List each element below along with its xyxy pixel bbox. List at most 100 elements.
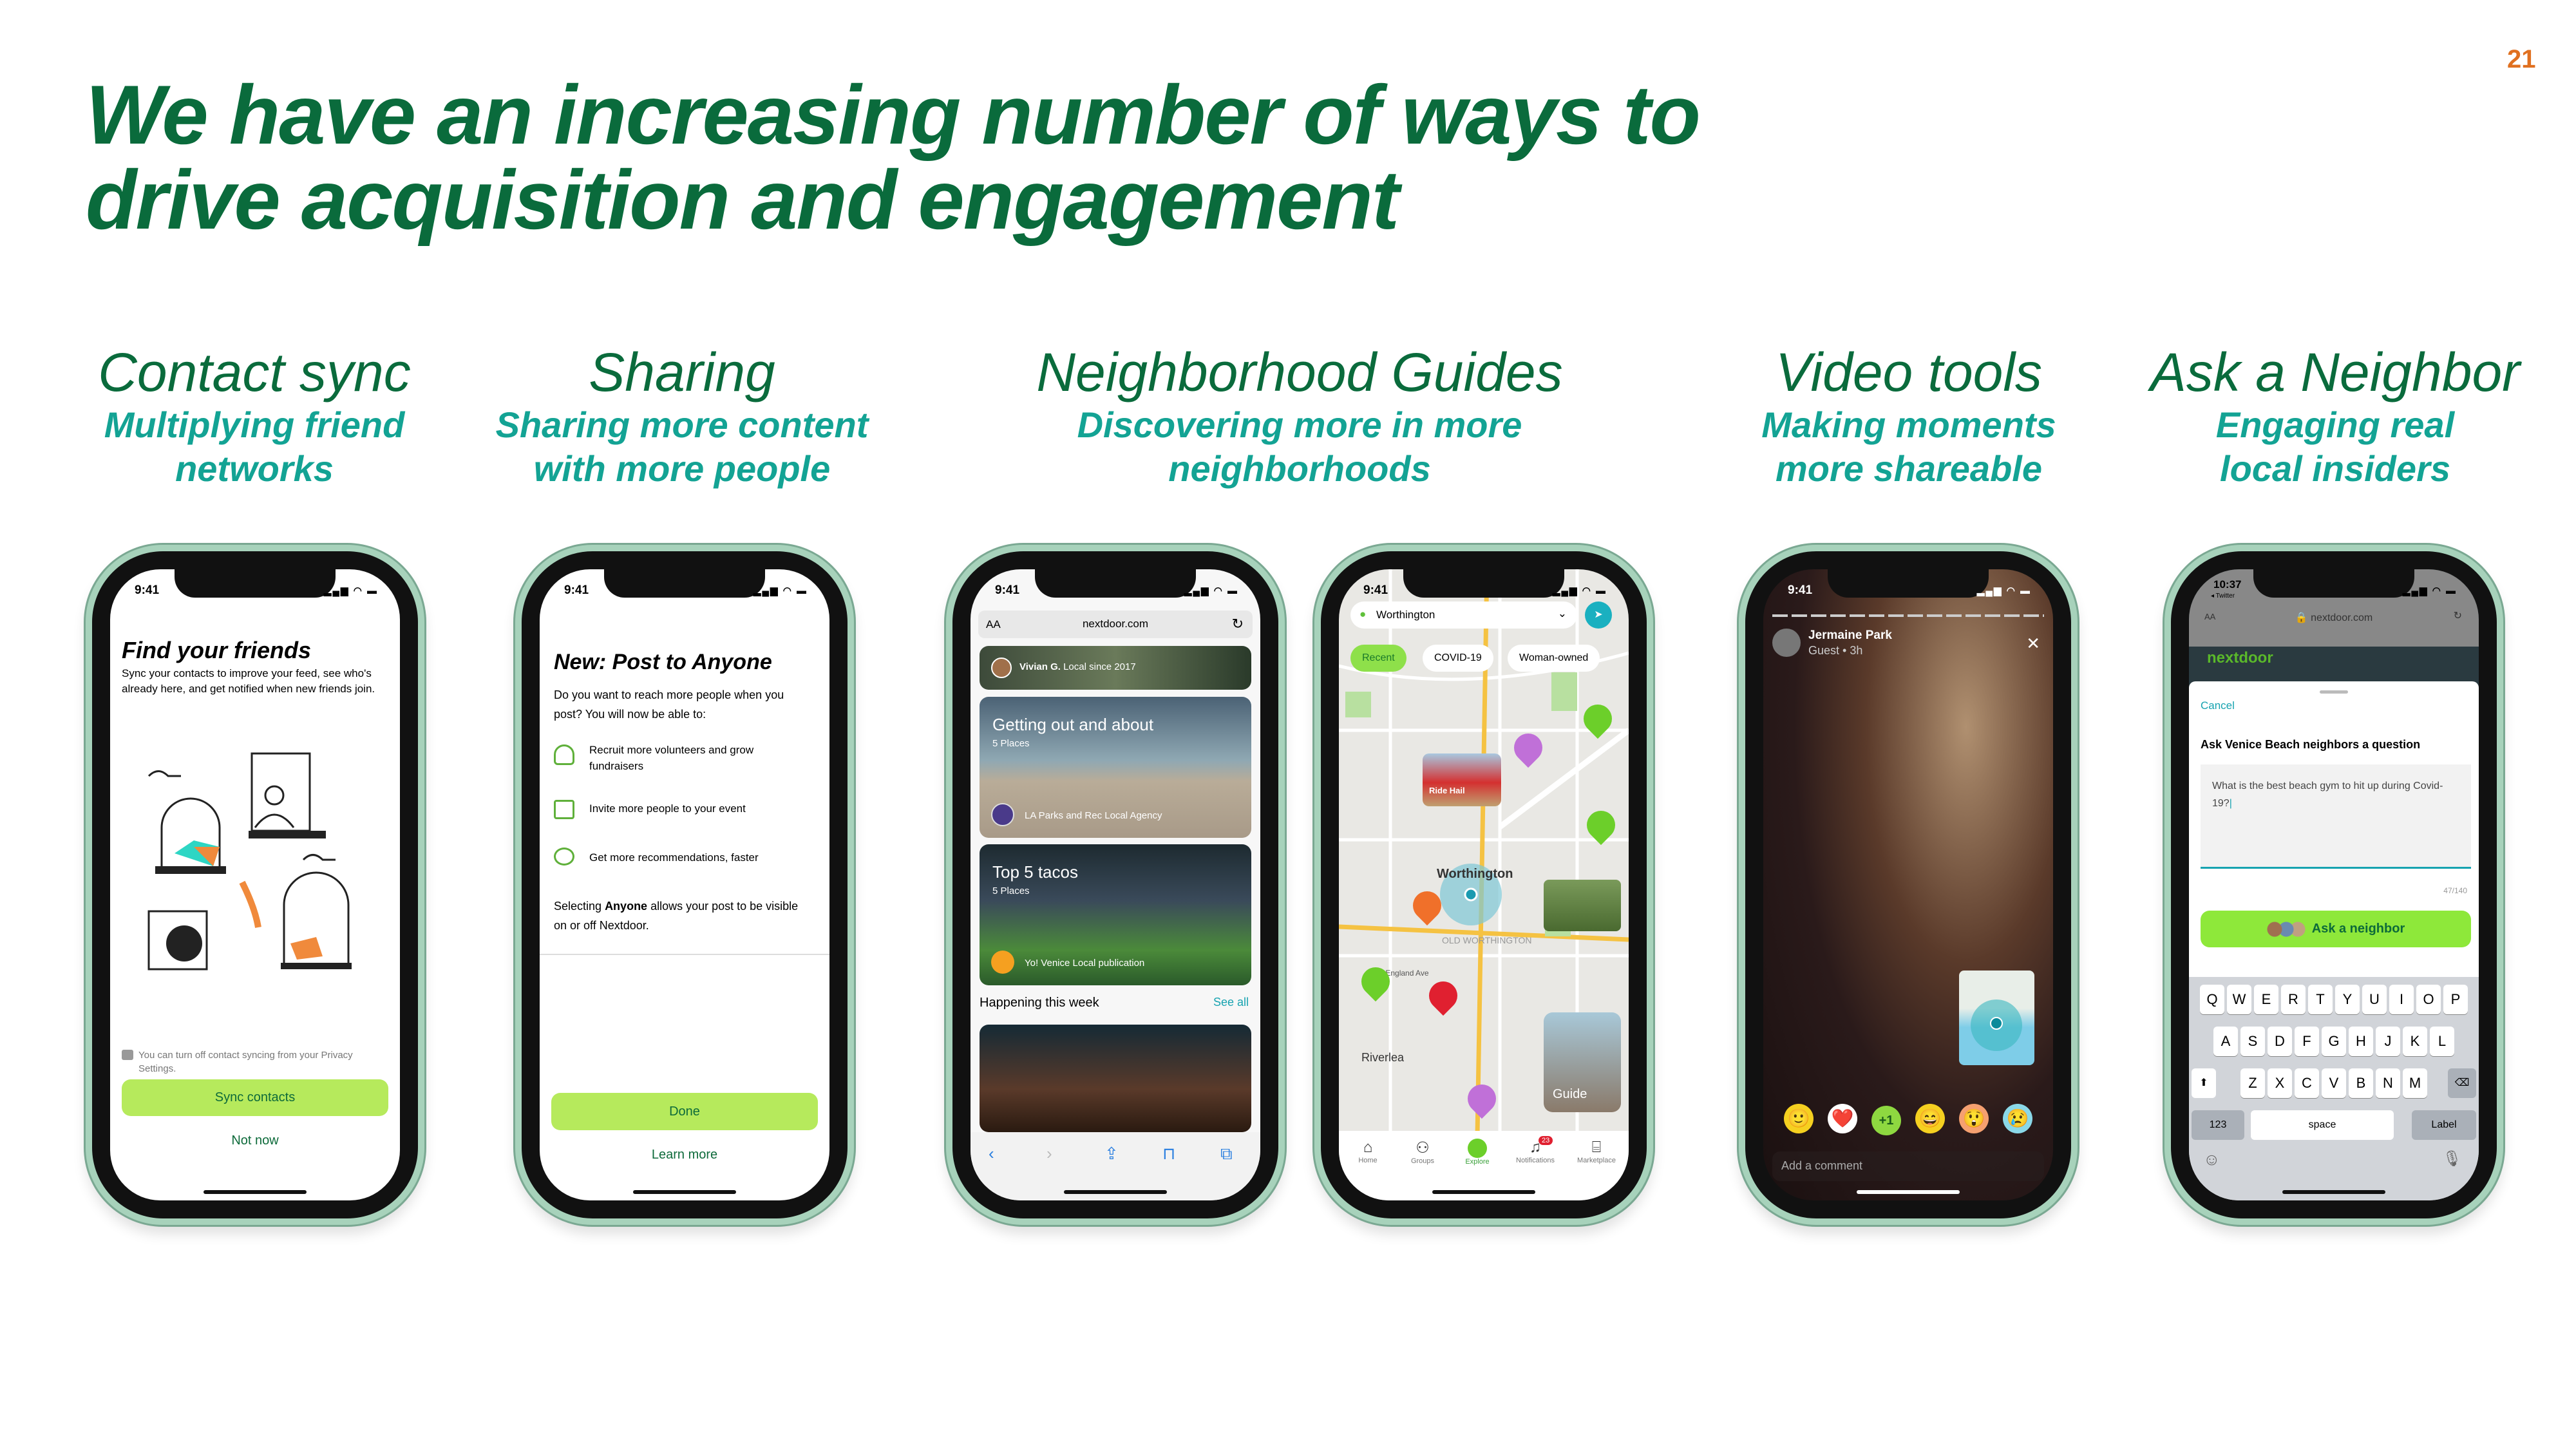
back-to-twitter[interactable]: ◂ Twitter xyxy=(2211,592,2235,600)
friends-illustration xyxy=(147,752,352,971)
tabs-icon[interactable]: ⧉ xyxy=(1220,1144,1233,1164)
keyboard: QWERTYUIOP ASDFGHJKL ZXCVBNM ⬆ ⌫ 123 spac… xyxy=(2189,977,2479,1200)
key-e[interactable]: E xyxy=(2254,985,2278,1014)
reaction-wow[interactable]: 😲 xyxy=(1959,1104,1989,1133)
bookmarks-icon[interactable]: ⊓ xyxy=(1162,1144,1175,1164)
reaction-heart[interactable]: ❤️ xyxy=(1828,1104,1857,1133)
key-i[interactable]: I xyxy=(2389,985,2414,1014)
status-icons: ▂▄▆ ◠ ▬ xyxy=(2402,585,2457,596)
key-a[interactable]: A xyxy=(2213,1027,2238,1056)
question-textarea[interactable]: What is the best beach gym to hit up dur… xyxy=(2201,764,2471,869)
reaction-sad[interactable]: 😢 xyxy=(2003,1104,2032,1133)
key-w[interactable]: W xyxy=(2227,985,2251,1014)
key-j[interactable]: J xyxy=(2376,1027,2400,1056)
key-x[interactable]: X xyxy=(2268,1068,2292,1098)
key-r[interactable]: R xyxy=(2281,985,2306,1014)
chevron-down-icon: ⌄ xyxy=(1557,607,1567,620)
neighbor-avatars xyxy=(2266,921,2306,937)
reaction-plus-one[interactable]: +1 xyxy=(1871,1106,1901,1135)
cancel-button[interactable]: Cancel xyxy=(2201,699,2235,712)
divider xyxy=(540,954,829,955)
key-t[interactable]: T xyxy=(2308,985,2333,1014)
ask-a-neighbor-button[interactable]: Ask a neighbor xyxy=(2201,911,2471,947)
char-count: 47/140 xyxy=(2443,886,2467,895)
event-card[interactable] xyxy=(980,1025,1251,1132)
key-b[interactable]: B xyxy=(2349,1068,2373,1098)
key-v[interactable]: V xyxy=(2322,1068,2346,1098)
calendar-icon xyxy=(554,800,574,819)
guide-marker[interactable]: Guide xyxy=(1544,1012,1621,1112)
key-q[interactable]: Q xyxy=(2200,985,2224,1014)
emoji-key-icon[interactable]: ☺ xyxy=(2203,1150,2221,1170)
tab-home[interactable]: ⌂ Home xyxy=(1345,1139,1390,1164)
reload-icon[interactable]: ↻ xyxy=(1232,616,1244,632)
tab-groups[interactable]: ⚇ Groups xyxy=(1400,1139,1445,1165)
key-o[interactable]: O xyxy=(2416,985,2441,1014)
home-icon: ⌂ xyxy=(1363,1139,1373,1156)
key-s[interactable]: S xyxy=(2240,1027,2265,1056)
key-m[interactable]: M xyxy=(2403,1068,2427,1098)
shift-key[interactable]: ⬆ xyxy=(2192,1068,2216,1098)
key-y[interactable]: Y xyxy=(2335,985,2360,1014)
chip-recent[interactable]: Recent xyxy=(1350,645,1406,672)
url-bar[interactable]: AA 🔒 nextdoor.com ↻ xyxy=(2197,605,2471,629)
page-number: 21 xyxy=(2507,45,2536,73)
anyone-note: Selecting Anyone allows your post to be … xyxy=(554,900,799,932)
space-key[interactable]: space xyxy=(2251,1110,2394,1140)
comment-input[interactable]: Add a comment xyxy=(1772,1151,2044,1181)
sheet-handle[interactable] xyxy=(2320,690,2348,694)
benefit-item: Invite more people to your event xyxy=(554,800,810,819)
key-z[interactable]: Z xyxy=(2240,1068,2265,1098)
delete-key[interactable]: ⌫ xyxy=(2448,1068,2476,1098)
back-icon[interactable]: ‹ xyxy=(989,1144,994,1164)
key-d[interactable]: D xyxy=(2268,1027,2292,1056)
reaction-bar: 🙂 ❤️ +1 😄 😲 😢 xyxy=(1763,1104,2053,1135)
tab-explore[interactable]: Explore xyxy=(1455,1139,1500,1166)
tab-marketplace[interactable]: ⌸ Marketplace xyxy=(1567,1139,1625,1164)
location-selector[interactable]: ● Worthington ⌄ xyxy=(1350,601,1577,629)
key-l[interactable]: L xyxy=(2430,1027,2454,1056)
author-card[interactable]: Vivian G. Local since 2017 xyxy=(980,646,1251,690)
url-text: 🔒 nextdoor.com xyxy=(2295,612,2373,623)
photo-marker[interactable] xyxy=(1544,880,1621,931)
key-c[interactable]: C xyxy=(2295,1068,2319,1098)
key-k[interactable]: K xyxy=(2403,1027,2427,1056)
guide-card[interactable]: Getting out and about 5 Places LA Parks an… xyxy=(980,697,1251,838)
not-now-button[interactable]: Not now xyxy=(110,1133,400,1148)
sync-contacts-button[interactable]: Sync contacts xyxy=(122,1079,388,1116)
key-h[interactable]: H xyxy=(2349,1027,2373,1056)
guide-card[interactable]: Top 5 tacos 5 Places Yo! Venice Local publ… xyxy=(980,844,1251,985)
bell-icon: ♫ xyxy=(1530,1139,1541,1156)
microphone-icon[interactable]: 🎙 xyxy=(2443,1150,2462,1168)
return-key[interactable]: Label xyxy=(2412,1110,2476,1140)
phone-guides-web: 9:41 ▂▄▆ ◠ ▬ AA nextdoor.com ↻ Vivian G. Lo… xyxy=(946,545,1285,1225)
volunteer-icon xyxy=(554,744,574,765)
reaction-smile[interactable]: 🙂 xyxy=(1784,1104,1814,1133)
tab-notifications[interactable]: ♫ 23 Notifications xyxy=(1506,1136,1564,1164)
reaction-laugh[interactable]: 😄 xyxy=(1915,1104,1945,1133)
locate-button[interactable]: ➤ xyxy=(1585,601,1612,629)
key-f[interactable]: F xyxy=(2295,1027,2319,1056)
learn-more-link[interactable]: Learn more xyxy=(540,1148,829,1162)
user-name: Jermaine Park xyxy=(1808,629,1892,642)
share-icon[interactable]: ⇪ xyxy=(1104,1144,1119,1164)
location-map-thumbnail[interactable] xyxy=(1959,971,2034,1065)
see-all-link[interactable]: See all xyxy=(1213,996,1249,1009)
url-bar[interactable]: AA nextdoor.com ↻ xyxy=(978,611,1253,638)
privacy-note: You can turn off contact syncing from yo… xyxy=(122,1048,387,1075)
key-g[interactable]: G xyxy=(2322,1027,2346,1056)
key-n[interactable]: N xyxy=(2376,1068,2400,1098)
key-u[interactable]: U xyxy=(2362,985,2387,1014)
key-p[interactable]: P xyxy=(2443,985,2468,1014)
ride-hail-marker[interactable]: Ride Hail xyxy=(1423,753,1501,806)
chip-woman-owned[interactable]: Woman-owned xyxy=(1508,645,1600,672)
forward-icon[interactable]: › xyxy=(1046,1144,1052,1164)
feature-ask-a-neighbor: Ask a Neighbor Engaging real local insider… xyxy=(2150,342,2521,489)
location-pin-icon: ● xyxy=(1359,608,1367,620)
benefit-item: Recruit more volunteers and grow fundrai… xyxy=(554,742,810,774)
numbers-key[interactable]: 123 xyxy=(2192,1110,2244,1140)
reload-icon[interactable]: ↻ xyxy=(2454,609,2462,622)
close-icon[interactable]: ✕ xyxy=(2026,634,2040,654)
done-button[interactable]: Done xyxy=(551,1093,818,1130)
chip-covid[interactable]: COVID-19 xyxy=(1423,645,1493,672)
